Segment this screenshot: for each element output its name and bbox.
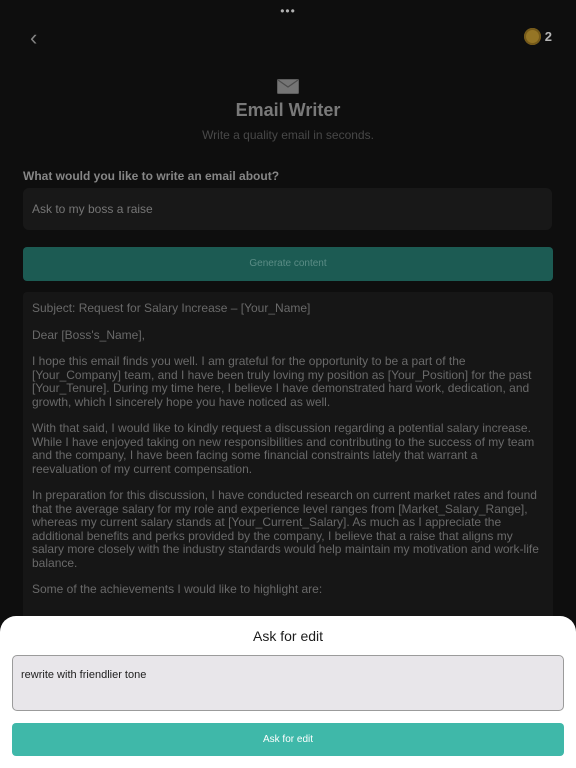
ask-for-edit-sheet: Ask for edit rewrite with friendlier ton…: [0, 616, 576, 768]
email-paragraph: In preparation for this discussion, I ha…: [32, 488, 539, 570]
generated-email[interactable]: Subject: Request for Salary Increase – […: [23, 292, 553, 622]
ask-for-edit-button[interactable]: Ask for edit: [12, 723, 564, 756]
envelope-icon: [277, 79, 299, 94]
coin-icon: [523, 28, 541, 45]
prompt-label: What would you like to write an email ab…: [23, 169, 280, 183]
prompt-input[interactable]: Ask to my boss a raise: [23, 188, 552, 230]
email-greeting: Dear [Boss's_Name],: [32, 327, 145, 342]
email-paragraph: I hope this email finds you well. I am g…: [32, 354, 532, 409]
more-icon[interactable]: •••: [0, 4, 576, 18]
sheet-title: Ask for edit: [252, 628, 324, 644]
page-title: Email Writer: [235, 100, 341, 120]
page-subtitle: Write a quality email in seconds.: [202, 128, 374, 142]
coin-balance[interactable]: 2: [523, 28, 552, 45]
generate-content-button[interactable]: Generate content: [23, 247, 553, 281]
coin-count: 2: [544, 29, 552, 44]
email-subject: Subject: Request for Salary Increase – […: [32, 301, 311, 315]
email-paragraph: With that said, I would like to kindly r…: [32, 421, 535, 476]
email-paragraph: Some of the achievements I would like to…: [32, 582, 323, 596]
back-icon[interactable]: ‹: [30, 26, 50, 50]
edit-request-input[interactable]: rewrite with friendlier tone: [12, 655, 564, 711]
